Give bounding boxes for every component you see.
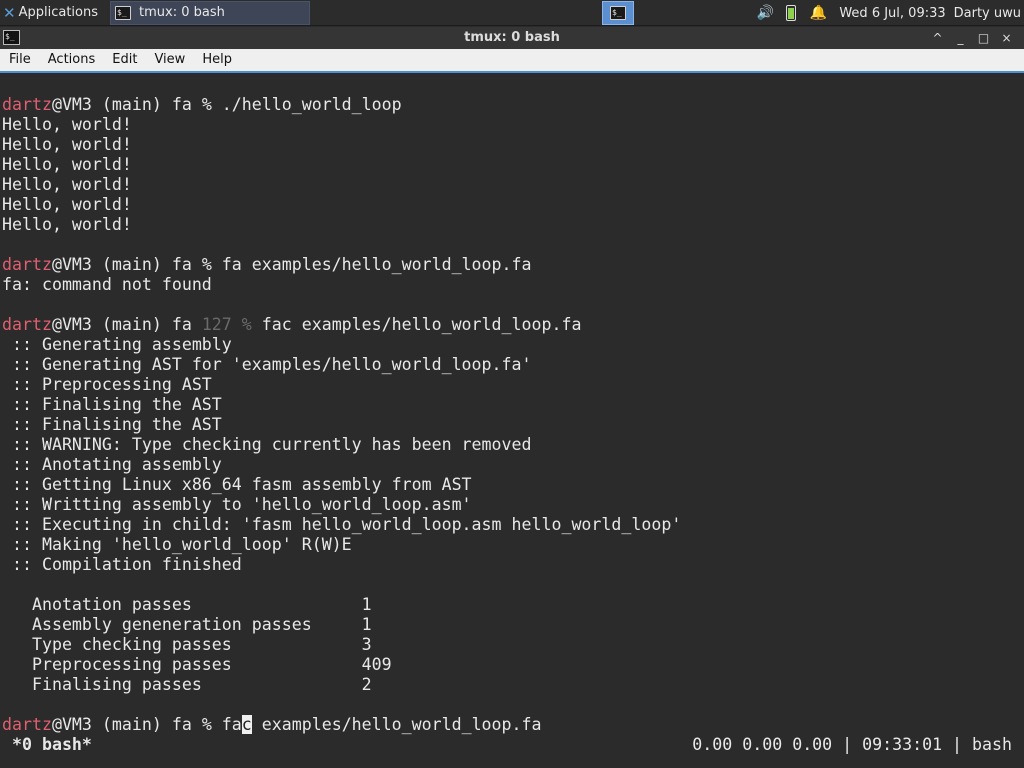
battery-icon[interactable] [785, 5, 796, 21]
prompt-line: dartz@VM3 (main) fa % fa examples/hello_… [2, 255, 1024, 275]
tmux-status-bar: *0 bash* 0.00 0.00 0.00 | 09:33:01 | bas… [2, 735, 1024, 755]
prompt-user: dartz [2, 95, 52, 114]
output-line: :: Making 'hello_world_loop' R(W)E [2, 535, 352, 554]
prompt-host: @VM3 (main) fa [51, 95, 202, 114]
volume-icon[interactable]: 🔊 [756, 5, 773, 21]
maximize-button[interactable]: □ [972, 27, 995, 49]
stats-label: Assembly geneneration passes [2, 615, 362, 634]
output-line: :: WARNING: Type checking currently has … [2, 435, 532, 454]
stats-value: 1 [361, 615, 372, 634]
exit-code: 127 % [201, 315, 252, 334]
terminal-icon: $_ [610, 6, 626, 20]
output-line: :: Generating assembly [2, 335, 232, 354]
output-line: :: Writting assembly to 'hello_world_loo… [2, 495, 472, 514]
menu-actions[interactable]: Actions [39, 49, 104, 71]
terminal-output[interactable]: dartz@VM3 (main) fa % ./hello_world_loop… [0, 75, 1024, 768]
stats-row: Type checking passes 3 [2, 635, 1024, 655]
clock[interactable]: Wed 6 Jul, 09:33 [839, 6, 945, 21]
applications-menu-button[interactable]: ✕ Applications [0, 0, 106, 26]
applications-label: Applications [18, 5, 98, 20]
prompt-command: % fa examples/hello_world_loop.fa [201, 255, 532, 274]
terminal-icon: $_ [115, 5, 131, 20]
stats-label: Anotation passes [2, 595, 362, 614]
top-panel: ✕ Applications $_ tmux: 0 bash $_ 🔊 🔔 We… [0, 0, 1024, 26]
tmux-window-list[interactable]: *0 bash* [2, 735, 92, 755]
prompt-user: dartz [2, 315, 52, 334]
menu-file[interactable]: File [0, 49, 39, 71]
window-title: tmux: 0 bash [464, 30, 560, 45]
taskbar-window-label: tmux: 0 bash [139, 5, 225, 20]
close-button[interactable]: × [995, 27, 1018, 49]
output-line: :: Getting Linux x86_64 fasm assembly fr… [2, 475, 472, 494]
output-line: :: Preprocessing AST [2, 375, 212, 394]
minimize-button[interactable]: _ [949, 27, 972, 49]
stats-row: Finalising passes 2 [2, 675, 1024, 695]
output-line: Hello, world! [2, 155, 132, 174]
text-cursor: c [241, 715, 252, 734]
prompt-line: dartz@VM3 (main) fa % ./hello_world_loop [2, 95, 1024, 115]
terminal-icon[interactable]: $_ [3, 30, 20, 45]
menu-bar: File Actions Edit View Help [0, 49, 1024, 73]
prompt-host: @VM3 (main) fa [51, 715, 202, 734]
stats-value: 409 [361, 655, 392, 674]
output-line: :: Executing in child: 'fasm hello_world… [2, 515, 682, 534]
current-prompt-line[interactable]: dartz@VM3 (main) fa % fac examples/hello… [2, 715, 1024, 735]
output-line: :: Finalising the AST [2, 395, 222, 414]
prompt-host: @VM3 (main) fa [51, 315, 202, 334]
prompt-host: @VM3 (main) fa [51, 255, 202, 274]
user-menu[interactable]: Darty uwu [954, 6, 1021, 21]
taskbar-window-button[interactable]: $_ tmux: 0 bash [110, 0, 310, 25]
stats-row: Preprocessing passes 409 [2, 655, 1024, 675]
notification-bell-icon[interactable]: 🔔 [810, 5, 827, 21]
output-line: Hello, world! [2, 195, 132, 214]
output-line: :: Generating AST for 'examples/hello_wo… [2, 355, 532, 374]
shade-button[interactable]: ^ [926, 27, 949, 49]
output-line: :: Finalising the AST [2, 415, 222, 434]
stats-label: Preprocessing passes [2, 655, 362, 674]
prompt-user: dartz [2, 255, 52, 274]
output-line: Hello, world! [2, 175, 132, 194]
output-line: fa: command not found [2, 275, 212, 294]
prompt-command: fac examples/hello_world_loop.fa [251, 315, 582, 334]
menu-help[interactable]: Help [193, 49, 240, 71]
menu-view[interactable]: View [145, 49, 193, 71]
prompt-command: % ./hello_world_loop [201, 95, 402, 114]
stats-row: Assembly geneneration passes 1 [2, 615, 1024, 635]
workspace-switcher-button[interactable]: $_ [602, 1, 634, 25]
current-input-after: examples/hello_world_loop.fa [251, 715, 542, 734]
system-tray: 🔊 🔔 Wed 6 Jul, 09:33 Darty uwu [756, 0, 1024, 26]
menu-edit[interactable]: Edit [103, 49, 145, 71]
stats-label: Type checking passes [2, 635, 362, 654]
output-line: Hello, world! [2, 215, 132, 234]
prompt-line: dartz@VM3 (main) fa 127 % fac examples/h… [2, 315, 1024, 335]
output-line: Hello, world! [2, 115, 132, 134]
current-input-before: % fa [201, 715, 242, 734]
output-line: Hello, world! [2, 135, 132, 154]
stats-value: 1 [361, 595, 372, 614]
stats-value: 3 [361, 635, 372, 654]
stats-row: Anotation passes 1 [2, 595, 1024, 615]
prompt-user: dartz [2, 715, 52, 734]
tmux-status-right: 0.00 0.00 0.00 | 09:33:01 | bash [692, 735, 1012, 754]
window-titlebar[interactable]: $_ tmux: 0 bash ^ _ □ × [0, 27, 1024, 49]
stats-value: 2 [361, 675, 372, 694]
output-line: :: Compilation finished [2, 555, 242, 574]
xfce-logo-icon: ✕ [3, 3, 16, 22]
stats-label: Finalising passes [2, 675, 362, 694]
output-line: :: Anotating assembly [2, 455, 222, 474]
